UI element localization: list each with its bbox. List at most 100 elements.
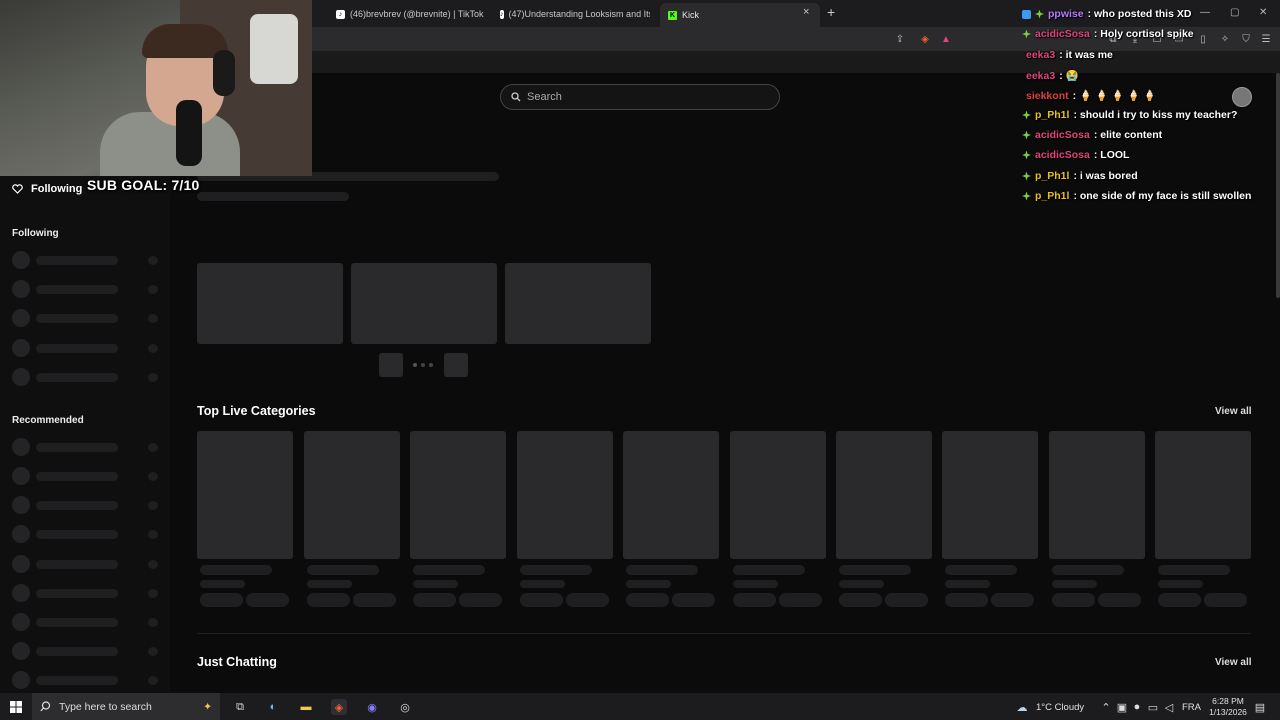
carousel-dot[interactable] bbox=[429, 363, 433, 367]
avatar[interactable] bbox=[12, 555, 30, 573]
avatar[interactable] bbox=[12, 671, 30, 689]
avatar[interactable] bbox=[12, 467, 30, 485]
category-title-placeholder bbox=[307, 565, 379, 575]
category-card[interactable] bbox=[836, 431, 932, 559]
new-tab-button[interactable]: + bbox=[827, 4, 835, 20]
list-item[interactable] bbox=[36, 676, 118, 685]
tray-chevron-up-icon[interactable]: ⌃ bbox=[1098, 699, 1114, 715]
list-item[interactable] bbox=[36, 443, 118, 452]
category-card[interactable] bbox=[197, 431, 293, 559]
taskbar-search-box[interactable]: Type here to search ✦ bbox=[32, 693, 220, 720]
category-card[interactable] bbox=[1155, 431, 1251, 559]
category-viewers-placeholder bbox=[520, 580, 565, 588]
search-box[interactable] bbox=[500, 84, 780, 110]
copilot-icon[interactable]: ◐ bbox=[265, 699, 281, 715]
avatar[interactable] bbox=[12, 525, 30, 543]
avatar[interactable] bbox=[12, 368, 30, 386]
category-title-placeholder bbox=[626, 565, 698, 575]
microphone-icon[interactable]: ● bbox=[1129, 699, 1145, 715]
sub-goal-overlay: SUB GOAL: 7/10 bbox=[87, 177, 200, 193]
avatar[interactable] bbox=[12, 251, 30, 269]
list-item[interactable] bbox=[36, 285, 118, 294]
tab-tiktok[interactable]: ♪ (46)brevbrev (@brevnite) | TikTok bbox=[336, 4, 486, 24]
windows-start-icon[interactable] bbox=[10, 701, 22, 713]
avatar[interactable] bbox=[12, 613, 30, 631]
brave-browser-icon[interactable]: ◈ bbox=[331, 699, 347, 715]
category-title-placeholder bbox=[1158, 565, 1230, 575]
carousel-prev-button[interactable] bbox=[379, 353, 403, 377]
category-card[interactable] bbox=[730, 431, 826, 559]
brave-shield-icon[interactable]: ◈ bbox=[918, 32, 932, 46]
close-tab-icon[interactable]: × bbox=[803, 6, 809, 18]
avatar[interactable] bbox=[12, 642, 30, 660]
tab-kick[interactable]: K Kick bbox=[660, 3, 820, 27]
list-item-status bbox=[148, 560, 158, 569]
notifications-icon[interactable]: ▤ bbox=[1252, 699, 1268, 715]
close-window-icon[interactable]: ✕ bbox=[1259, 7, 1267, 18]
list-item[interactable] bbox=[36, 618, 118, 627]
category-card[interactable] bbox=[304, 431, 400, 559]
category-title-placeholder bbox=[520, 565, 592, 575]
minimize-icon[interactable]: — bbox=[1200, 7, 1210, 18]
list-item-status bbox=[148, 472, 158, 481]
carousel-dot[interactable] bbox=[421, 363, 425, 367]
tab-looksism[interactable]: ♪ (47)Understanding Looksism and Its I bbox=[500, 4, 650, 24]
task-view-icon[interactable]: ⧉ bbox=[232, 699, 248, 715]
menu-icon[interactable]: ☰ bbox=[1259, 32, 1273, 46]
featured-stream-card[interactable] bbox=[351, 263, 497, 344]
carousel-dot[interactable] bbox=[413, 363, 417, 367]
webcam-background-object bbox=[250, 14, 298, 84]
maximize-icon[interactable]: ▢ bbox=[1230, 7, 1239, 18]
avatar[interactable] bbox=[12, 438, 30, 456]
file-explorer-icon[interactable]: ▬ bbox=[298, 699, 314, 715]
list-item[interactable] bbox=[36, 647, 118, 656]
clock-date[interactable]: 1/13/2026 bbox=[1205, 707, 1251, 717]
sidebar-toggle-icon[interactable]: ▯ bbox=[1196, 32, 1210, 46]
featured-stream-card[interactable] bbox=[505, 263, 651, 344]
category-tag-placeholder bbox=[1204, 593, 1247, 607]
list-item[interactable] bbox=[36, 472, 118, 481]
language-indicator[interactable]: FRA bbox=[1182, 702, 1201, 713]
list-item[interactable] bbox=[36, 344, 118, 353]
brave-rewards-icon[interactable]: ▲ bbox=[939, 32, 953, 46]
share-icon[interactable]: ⇪ bbox=[893, 32, 907, 46]
obs-icon[interactable]: ◎ bbox=[397, 699, 413, 715]
following-button[interactable]: Following bbox=[12, 183, 82, 195]
category-card[interactable] bbox=[517, 431, 613, 559]
category-card[interactable] bbox=[1049, 431, 1145, 559]
list-item[interactable] bbox=[36, 589, 118, 598]
category-card[interactable] bbox=[410, 431, 506, 559]
category-viewers-placeholder bbox=[839, 580, 884, 588]
avatar[interactable] bbox=[12, 496, 30, 514]
page-scrollbar[interactable] bbox=[1276, 73, 1280, 298]
list-item[interactable] bbox=[36, 373, 118, 382]
list-item-status bbox=[148, 344, 158, 353]
list-item[interactable] bbox=[36, 560, 118, 569]
list-item[interactable] bbox=[36, 501, 118, 510]
list-item[interactable] bbox=[36, 256, 118, 265]
view-all-link[interactable]: View all bbox=[1215, 406, 1252, 417]
avatar[interactable] bbox=[12, 584, 30, 602]
profile-avatar[interactable] bbox=[1232, 87, 1252, 107]
tab-label: Kick bbox=[682, 10, 700, 20]
tray-app-icon[interactable]: ▣ bbox=[1114, 699, 1130, 715]
search-input[interactable] bbox=[527, 91, 757, 103]
sparkle-badge-icon bbox=[1022, 191, 1031, 201]
volume-icon[interactable]: ◁ bbox=[1161, 699, 1177, 715]
avatar[interactable] bbox=[12, 280, 30, 298]
list-item[interactable] bbox=[36, 314, 118, 323]
view-all-link[interactable]: View all bbox=[1215, 657, 1252, 668]
avatar[interactable] bbox=[12, 339, 30, 357]
carousel-next-button[interactable] bbox=[444, 353, 468, 377]
clock-time[interactable]: 6:28 PM bbox=[1208, 696, 1248, 706]
featured-stream-card[interactable] bbox=[197, 263, 343, 344]
category-card[interactable] bbox=[942, 431, 1038, 559]
category-card[interactable] bbox=[623, 431, 719, 559]
weather-text[interactable]: 1°C Cloudy bbox=[1036, 702, 1084, 713]
avatar[interactable] bbox=[12, 309, 30, 327]
leo-ai-icon[interactable]: ✧ bbox=[1218, 32, 1232, 46]
list-item[interactable] bbox=[36, 530, 118, 539]
network-icon[interactable]: ▭ bbox=[1145, 699, 1161, 715]
discord-icon[interactable]: ◉ bbox=[364, 699, 380, 715]
vpn-icon[interactable]: ⛉ bbox=[1239, 32, 1253, 46]
